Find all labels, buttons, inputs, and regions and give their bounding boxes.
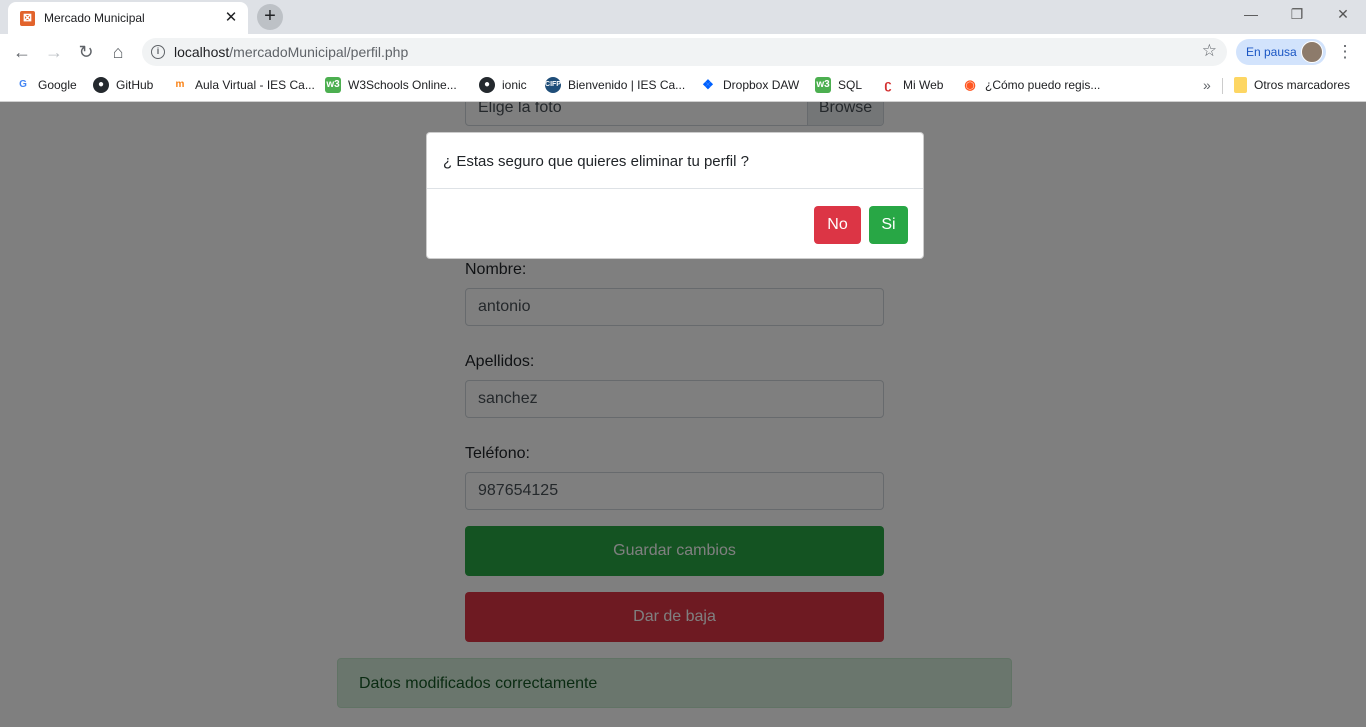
google-icon: G: [15, 77, 31, 93]
bookmark-label: Dropbox DAW: [723, 78, 800, 92]
tab-bar: ⊠ Mercado Municipal ✕ + — ❐ ✕: [0, 0, 1366, 34]
question-icon: ◉: [962, 77, 978, 93]
modal-question: ¿ Estas seguro que quieres eliminar tu p…: [443, 153, 749, 170]
url-path: /mercadoMunicipal/perfil.php: [229, 44, 409, 60]
reload-icon[interactable]: ↻: [74, 40, 98, 64]
profile-status: En pausa: [1246, 45, 1297, 59]
bookmark-google[interactable]: G Google: [15, 76, 77, 94]
url-text: localhost/mercadoMunicipal/perfil.php: [174, 44, 408, 60]
bookmark-label: ionic: [502, 78, 527, 92]
bookmark-como-puedo[interactable]: ◉ ¿Cómo puedo regis...: [962, 76, 1100, 94]
delete-profile-modal: ¿ Estas seguro que quieres eliminar tu p…: [426, 132, 924, 259]
browser-toolbar: ← → ↻ ⌂ i localhost/mercadoMunicipal/per…: [0, 34, 1366, 70]
modal-body: ¿ Estas seguro que quieres eliminar tu p…: [427, 133, 923, 189]
xampp-icon: ⊠: [20, 11, 35, 26]
browser-tab[interactable]: ⊠ Mercado Municipal ✕: [8, 2, 248, 34]
bookmark-label: Otros marcadores: [1254, 78, 1351, 92]
bookmark-w3schools[interactable]: w3 W3Schools Online...: [325, 76, 457, 94]
profile-button[interactable]: En pausa: [1236, 39, 1326, 65]
moodle-icon: m: [172, 77, 188, 93]
other-bookmarks[interactable]: Otros marcadores: [1234, 76, 1350, 94]
bookmarks-bar: G Google ● GitHub m Aula Virtual - IES Ca..…: [0, 70, 1366, 102]
bookmark-mi-web[interactable]: ʗ Mi Web: [880, 76, 943, 94]
bookmark-label: SQL: [838, 78, 863, 92]
bookmark-label: Google: [38, 78, 77, 92]
folder-icon: [1234, 77, 1247, 93]
info-icon[interactable]: i: [151, 45, 165, 59]
bookmark-bienvenido[interactable]: CIFP Bienvenido | IES Ca...: [545, 76, 685, 94]
bookmark-label: ¿Cómo puedo regis...: [985, 78, 1101, 92]
minimize-icon[interactable]: —: [1236, 6, 1266, 22]
home-icon[interactable]: ⌂: [106, 40, 130, 64]
bookmark-label: GitHub: [116, 78, 154, 92]
close-icon[interactable]: ✕: [222, 9, 240, 27]
no-button[interactable]: No: [814, 206, 861, 244]
bookmark-label: Mi Web: [903, 78, 944, 92]
back-icon[interactable]: ←: [10, 40, 34, 64]
bookmark-sql[interactable]: w3 SQL: [815, 76, 862, 94]
bookmark-label: W3Schools Online...: [348, 78, 457, 92]
window-close-icon[interactable]: ✕: [1328, 6, 1358, 23]
bookmark-label: Bienvenido | IES Ca...: [568, 78, 686, 92]
bookmark-aula-virtual[interactable]: m Aula Virtual - IES Ca...: [172, 76, 315, 94]
bookmark-label: Aula Virtual - IES Ca...: [195, 78, 315, 92]
new-tab-button[interactable]: +: [257, 4, 283, 30]
avatar: [1301, 41, 1323, 63]
web-icon: ʗ: [880, 77, 896, 93]
w3schools-icon: w3: [815, 77, 831, 93]
bookmark-github[interactable]: ● GitHub: [93, 76, 153, 94]
forward-icon[interactable]: →: [42, 40, 66, 64]
bookmark-dropbox[interactable]: ❖ Dropbox DAW: [700, 76, 799, 94]
github-icon: ●: [479, 77, 495, 93]
ies-icon: CIFP: [545, 77, 561, 93]
github-icon: ●: [93, 77, 109, 93]
address-bar[interactable]: i localhost/mercadoMunicipal/perfil.php …: [142, 38, 1227, 66]
yes-button[interactable]: Si: [869, 206, 908, 244]
bookmark-ionic[interactable]: ● ionic: [479, 76, 527, 94]
more-bookmarks-icon[interactable]: »: [1203, 76, 1211, 94]
restore-icon[interactable]: ❐: [1282, 6, 1312, 23]
menu-icon[interactable]: ⋮: [1336, 40, 1354, 64]
url-host: localhost: [174, 44, 230, 60]
tab-title: Mercado Municipal: [44, 11, 145, 25]
bookmark-star-icon[interactable]: ☆: [1202, 41, 1217, 61]
w3schools-icon: w3: [325, 77, 341, 93]
bookmark-separator: [1222, 78, 1223, 94]
dropbox-icon: ❖: [700, 77, 716, 93]
